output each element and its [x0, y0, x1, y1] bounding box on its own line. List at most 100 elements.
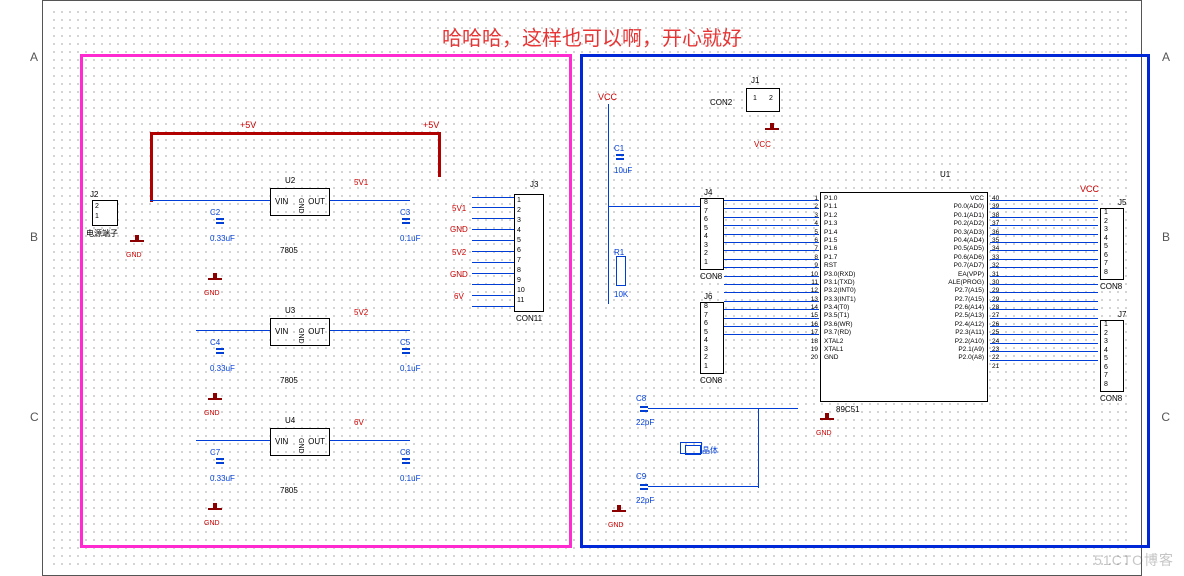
gnd-j2-lbl: GND: [126, 252, 142, 259]
row-label-c-right: C: [1161, 410, 1170, 424]
j4-ref: J4: [704, 188, 712, 197]
u2-gnd: GND: [297, 198, 304, 214]
u3-ref: U3: [285, 306, 295, 315]
gnd-c2-lbl: GND: [204, 290, 220, 297]
w-j3-7: [472, 262, 514, 263]
j5-body: 12345678: [1100, 208, 1124, 280]
j7-name: CON8: [1100, 394, 1122, 403]
w-j3-6: [472, 251, 514, 252]
gnd-xtal: [612, 510, 626, 520]
c9-ref: C9: [636, 472, 646, 481]
c2-ref: C2: [210, 208, 220, 217]
u3-gnd: GND: [297, 328, 304, 344]
u4-out: OUT: [308, 437, 325, 446]
w-j3-4: [472, 229, 514, 230]
c8p-ref: C8: [400, 448, 410, 457]
bus-5v-v1: [150, 132, 153, 202]
j1-body: 1 2: [746, 88, 780, 112]
row-label-a-left: A: [30, 50, 38, 64]
row-label-b-right: B: [1162, 230, 1170, 244]
j6-name: CON8: [700, 376, 722, 385]
j3-name: CON11: [516, 314, 542, 323]
j4-name: CON8: [700, 272, 722, 281]
c1-val: 10uF: [614, 166, 632, 175]
schematic-title: 哈哈哈，这样也可以啊，开心就好: [0, 22, 1184, 51]
rst-wire: [608, 206, 708, 207]
c5-ref: C5: [400, 338, 410, 347]
j3-net-5v1: 5V1: [452, 204, 466, 213]
reg-u4: VIN GND OUT: [270, 428, 330, 456]
w-j3-2: [472, 207, 514, 208]
watermark: 51CTO博客: [1094, 550, 1174, 570]
u1-part: 89C51: [836, 405, 860, 414]
c3-val: 0.1uF: [400, 234, 420, 243]
j3-body: 1234567891011: [514, 194, 544, 312]
j1-p1: 1: [753, 95, 757, 102]
j2-pin1: 1: [93, 213, 101, 220]
gnd-c7: [208, 508, 222, 518]
u3-out: OUT: [308, 327, 325, 336]
wire-u3-in: [196, 330, 270, 331]
vcc-rail: [608, 104, 609, 304]
wire-u4-out: [330, 440, 410, 441]
u4-ref: U4: [285, 416, 295, 425]
j7-ref: J7: [1118, 310, 1126, 319]
wire-u2-in: [150, 200, 270, 201]
j6-ref: J6: [704, 292, 712, 301]
u2-part: 7805: [280, 246, 298, 255]
u4-gnd: GND: [297, 438, 304, 454]
gnd-u1: [820, 418, 834, 428]
row-label-c-left: C: [30, 410, 39, 424]
w-j3-5: [472, 240, 514, 241]
xtal-val: 晶体: [702, 445, 718, 456]
c8p-val: 0.1uF: [400, 474, 420, 483]
j1-p2: 2: [769, 95, 773, 102]
c7-val: 0.33uF: [210, 474, 235, 483]
r1-ref: R1: [614, 248, 624, 257]
u4-outnet: 6V: [354, 418, 364, 427]
c1-ref: C1: [614, 144, 624, 153]
row-label-b-left: B: [30, 230, 38, 244]
j2-pin2: 2: [93, 203, 101, 210]
c8-val: 22pF: [636, 418, 654, 427]
j3-net-6v: 6V: [454, 292, 464, 301]
j3-ref: J3: [530, 180, 538, 189]
wire-u4-in: [196, 440, 270, 441]
j3-net-gnd2: GND: [450, 270, 468, 279]
net-5v-label: +5V: [240, 120, 256, 130]
j2-name: 电源端子: [86, 228, 118, 239]
w-j3-10: [472, 295, 514, 296]
reg-u2: VIN GND OUT: [270, 188, 330, 216]
w-j3-11: [472, 306, 514, 307]
j6-body: 87654321: [700, 302, 724, 374]
u2-out: OUT: [308, 197, 325, 206]
u2-outnet: 5V1: [354, 178, 368, 187]
u1-ref: U1: [940, 170, 950, 179]
r1-val: 10K: [614, 290, 628, 299]
c8-ref: C8: [636, 394, 646, 403]
gnd-j2: [130, 240, 144, 250]
c9-val: 22pF: [636, 496, 654, 505]
w-x1: [648, 408, 798, 409]
c2-val: 0.33uF: [210, 234, 235, 243]
u2-vin: VIN: [275, 197, 288, 206]
j3-net-gnd1: GND: [450, 225, 468, 234]
w-j3-1: [472, 197, 514, 198]
gnd-xtal-lbl: GND: [608, 522, 624, 529]
vcc-lbl3: VCC: [1080, 184, 1099, 194]
u3-vin: VIN: [275, 327, 288, 336]
j1-ref: J1: [751, 76, 759, 85]
bus-5v-h: [150, 132, 440, 135]
j2-ref: J2: [90, 190, 98, 199]
c5-val: 0.1uF: [400, 364, 420, 373]
u2-ref: U2: [285, 176, 295, 185]
cap-c9: [640, 480, 648, 494]
res-r1: [616, 256, 626, 286]
u4-part: 7805: [280, 486, 298, 495]
j1-name: CON2: [710, 98, 732, 107]
w-j3-8: [472, 273, 514, 274]
w-x2: [648, 486, 758, 487]
j4-body: 87654321: [700, 198, 724, 270]
j5-ref: J5: [1118, 198, 1126, 207]
gnd-u1-lbl: GND: [816, 430, 832, 437]
